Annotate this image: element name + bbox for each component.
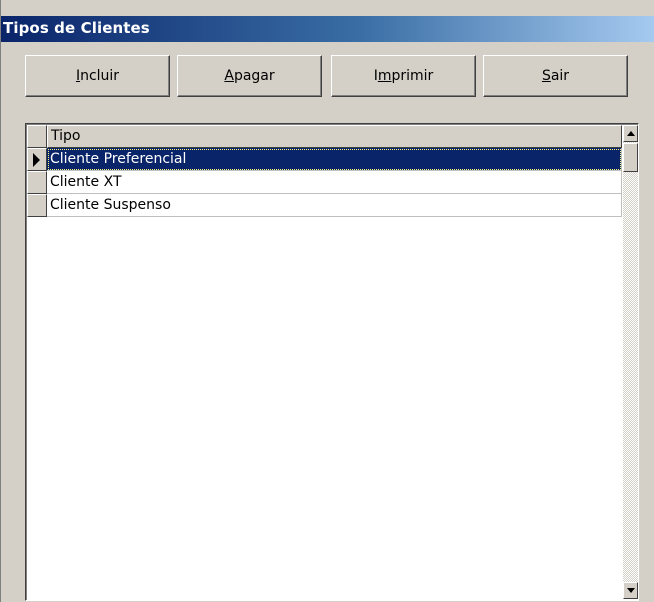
cell-tipo: Cliente Suspenso bbox=[50, 197, 171, 213]
row-indicator-column bbox=[27, 125, 47, 225]
arrow-up-icon bbox=[627, 131, 635, 136]
row-indicator[interactable] bbox=[27, 148, 47, 171]
toolbar: Incluir Apagar Im primir Sair bbox=[25, 55, 637, 99]
scroll-down-button[interactable] bbox=[623, 582, 638, 599]
table-row[interactable]: Cliente Suspenso bbox=[47, 194, 622, 217]
column-header-tipo[interactable]: Tipo bbox=[47, 125, 622, 148]
table-row[interactable]: Cliente XT bbox=[47, 171, 622, 194]
incluir-label-post: ncluir bbox=[80, 68, 120, 84]
incluir-button[interactable]: Incluir bbox=[25, 55, 170, 97]
sair-accelerator: S bbox=[541, 68, 551, 84]
sair-button[interactable]: Sair bbox=[483, 55, 628, 97]
vertical-scrollbar[interactable] bbox=[623, 125, 638, 599]
arrow-down-icon bbox=[627, 588, 635, 593]
tipos-clientes-window: Tipos de Clientes Incluir Apagar Im primi… bbox=[0, 0, 654, 602]
window-title: Tipos de Clientes bbox=[3, 19, 150, 37]
imprimir-button[interactable]: Im primir bbox=[331, 55, 476, 97]
cell-tipo: Cliente XT bbox=[50, 174, 122, 190]
imprimir-label-post: primir bbox=[391, 68, 434, 84]
scroll-thumb[interactable] bbox=[623, 143, 638, 172]
cell-tipo: Cliente Preferencial bbox=[50, 151, 187, 167]
table-row[interactable]: Cliente Preferencial bbox=[47, 148, 622, 171]
current-row-arrow-icon bbox=[33, 153, 40, 167]
clientes-grid[interactable]: Tipo Cliente Preferencial Cliente XT Cli… bbox=[25, 123, 639, 601]
row-indicator[interactable] bbox=[27, 194, 47, 217]
sair-label-post: air bbox=[550, 68, 570, 84]
apagar-button[interactable]: Apagar bbox=[177, 55, 322, 97]
header-corner-cell bbox=[27, 125, 47, 148]
row-indicator[interactable] bbox=[27, 171, 47, 194]
apagar-label-post: pagar bbox=[233, 68, 275, 84]
title-bar[interactable]: Tipos de Clientes bbox=[1, 16, 654, 42]
apagar-accelerator: A bbox=[224, 68, 234, 84]
scroll-up-button[interactable] bbox=[623, 125, 638, 142]
imprimir-accelerator: m bbox=[377, 68, 392, 84]
